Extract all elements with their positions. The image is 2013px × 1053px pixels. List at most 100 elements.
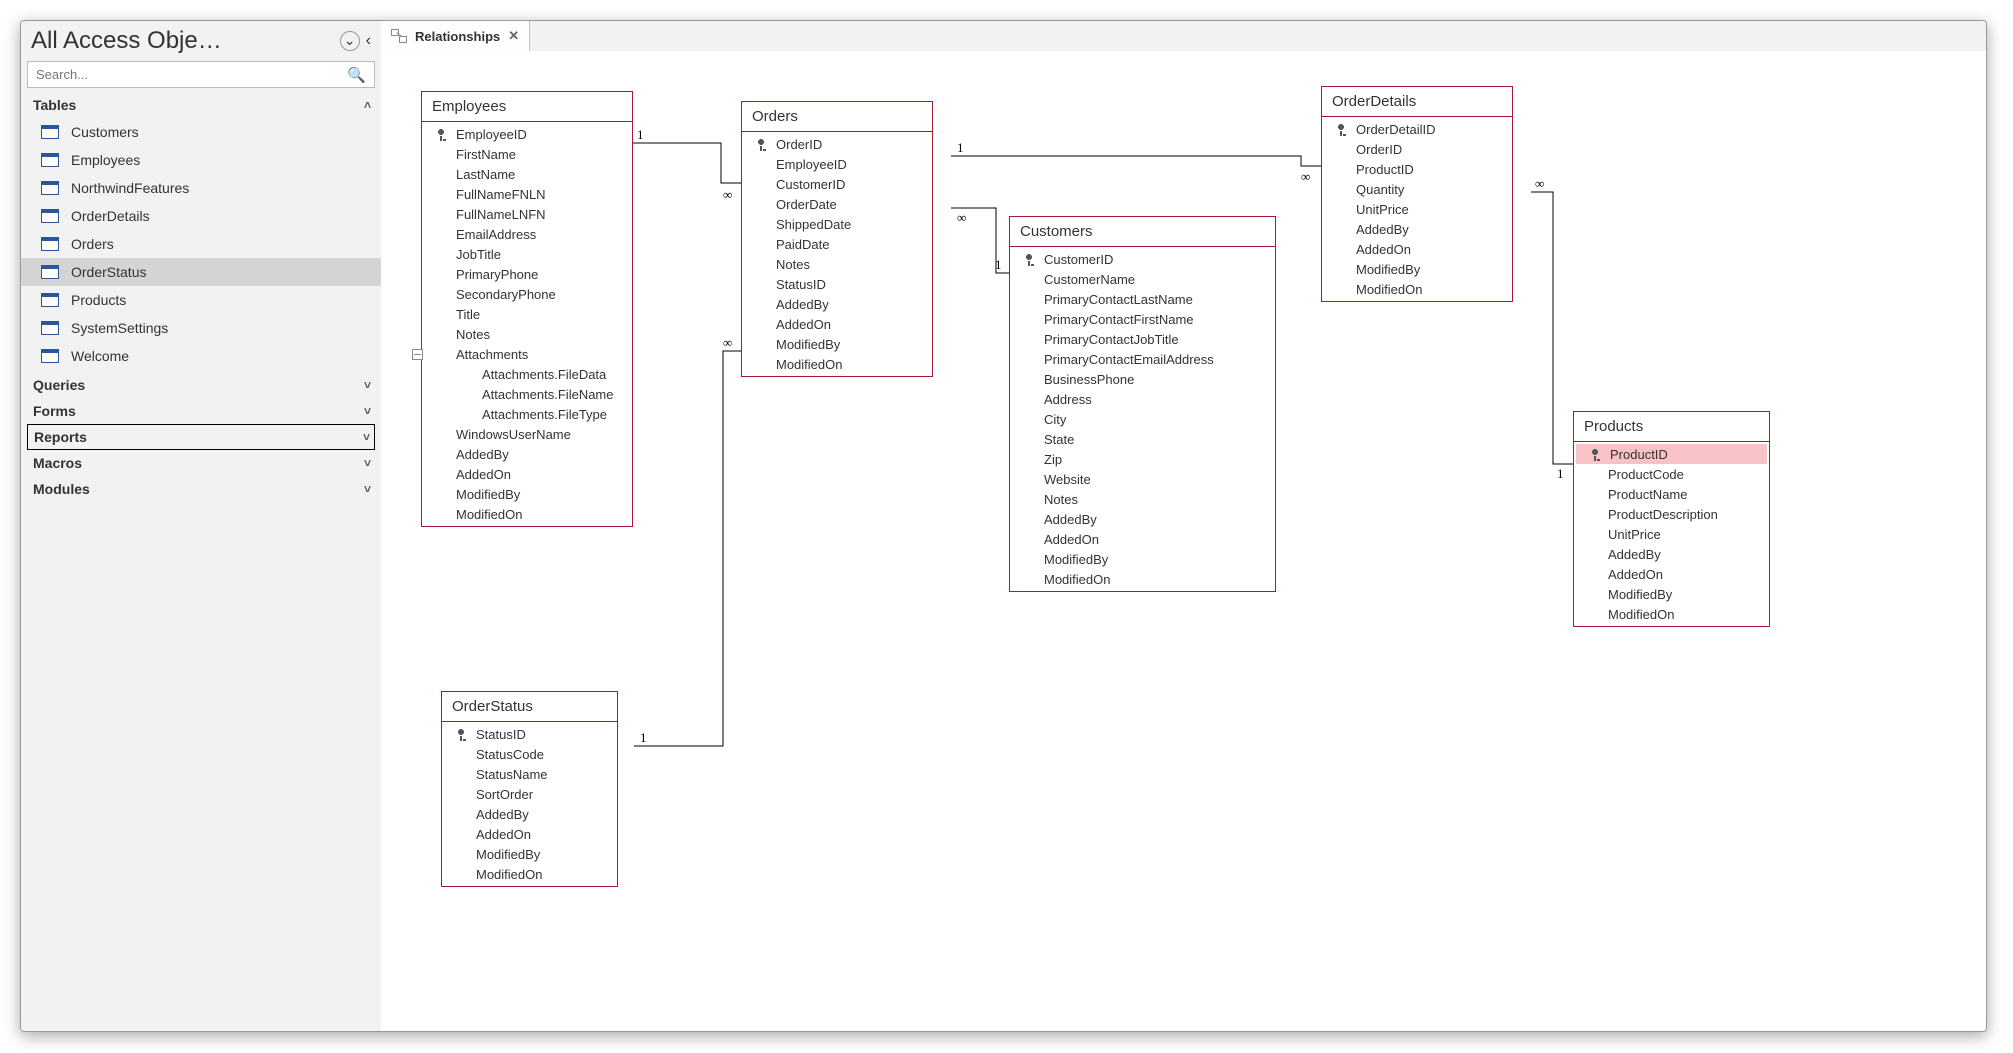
field-productcode[interactable]: ProductCode [1574,464,1769,484]
field-customerid[interactable]: CustomerID [742,174,932,194]
field-primarycontactjobtitle[interactable]: PrimaryContactJobTitle [1010,329,1275,349]
group-header-forms[interactable]: Forms ˅ [21,398,381,424]
field-firstname[interactable]: FirstName [422,144,632,164]
field-state[interactable]: State [1010,429,1275,449]
field-secondaryphone[interactable]: SecondaryPhone [422,284,632,304]
nav-title[interactable]: All Access Obje… [31,27,334,55]
group-header-modules[interactable]: Modules ˅ [21,476,381,502]
field-statuscode[interactable]: StatusCode [442,744,617,764]
field-attachments-filedata[interactable]: Attachments.FileData [422,364,632,384]
group-header-macros[interactable]: Macros ˅ [21,450,381,476]
field-addedon[interactable]: AddedOn [1010,529,1275,549]
field-modifiedon[interactable]: ModifiedOn [1010,569,1275,589]
nav-collapse-icon[interactable]: ‹ [366,32,371,50]
field-primarycontactlastname[interactable]: PrimaryContactLastName [1010,289,1275,309]
nav-table-employees[interactable]: Employees [21,146,381,174]
field-attachments-filetype[interactable]: Attachments.FileType [422,404,632,424]
field-zip[interactable]: Zip [1010,449,1275,469]
nav-table-orderdetails[interactable]: OrderDetails [21,202,381,230]
search-icon[interactable]: 🔍 [339,66,374,84]
field-primaryphone[interactable]: PrimaryPhone [422,264,632,284]
table-orderdetails[interactable]: OrderDetailsOrderDetailIDOrderIDProductI… [1321,86,1513,302]
relationships-canvas[interactable]: 1 ∞ 1 ∞ 1 ∞ ∞ 1 ∞ 1 EmployeesEmployeeIDF… [381,51,1986,1031]
field-windowsusername[interactable]: WindowsUserName [422,424,632,444]
table-orders[interactable]: OrdersOrderIDEmployeeIDCustomerIDOrderDa… [741,101,933,377]
field-addedon[interactable]: AddedOn [1322,239,1512,259]
nav-table-orders[interactable]: Orders [21,230,381,258]
field-addedon[interactable]: AddedOn [742,314,932,334]
table-title[interactable]: Employees [422,92,632,122]
field-notes[interactable]: Notes [422,324,632,344]
group-header-reports[interactable]: Reports ˅ [27,424,375,450]
field-addedon[interactable]: AddedOn [442,824,617,844]
field-statusid[interactable]: StatusID [742,274,932,294]
field-jobtitle[interactable]: JobTitle [422,244,632,264]
field-paiddate[interactable]: PaidDate [742,234,932,254]
field-fullnamelnfn[interactable]: FullNameLNFN [422,204,632,224]
field-businessphone[interactable]: BusinessPhone [1010,369,1275,389]
field-addedby[interactable]: AddedBy [1322,219,1512,239]
field-productname[interactable]: ProductName [1574,484,1769,504]
table-products[interactable]: ProductsProductIDProductCodeProductNameP… [1573,411,1770,627]
field-quantity[interactable]: Quantity [1322,179,1512,199]
field-fullnamefnln[interactable]: FullNameFNLN [422,184,632,204]
field-modifiedon[interactable]: ModifiedOn [1574,604,1769,624]
nav-table-systemsettings[interactable]: SystemSettings [21,314,381,342]
field-orderdetailid[interactable]: OrderDetailID [1322,119,1512,139]
field-addedon[interactable]: AddedOn [1574,564,1769,584]
field-modifiedon[interactable]: ModifiedOn [442,864,617,884]
tab-close-icon[interactable]: ✕ [508,28,519,44]
field-statusid[interactable]: StatusID [442,724,617,744]
field-shippeddate[interactable]: ShippedDate [742,214,932,234]
field-modifiedby[interactable]: ModifiedBy [422,484,632,504]
field-notes[interactable]: Notes [1010,489,1275,509]
field-unitprice[interactable]: UnitPrice [1322,199,1512,219]
field-primarycontactemailaddress[interactable]: PrimaryContactEmailAddress [1010,349,1275,369]
nav-table-northwindfeatures[interactable]: NorthwindFeatures [21,174,381,202]
field-employeeid[interactable]: EmployeeID [422,124,632,144]
field-emailaddress[interactable]: EmailAddress [422,224,632,244]
table-title[interactable]: Orders [742,102,932,132]
nav-search[interactable]: 🔍 [27,61,375,88]
table-title[interactable]: OrderDetails [1322,87,1512,117]
nav-table-products[interactable]: Products [21,286,381,314]
table-orderstatus[interactable]: OrderStatusStatusIDStatusCodeStatusNameS… [441,691,618,887]
field-lastname[interactable]: LastName [422,164,632,184]
field-modifiedon[interactable]: ModifiedOn [1322,279,1512,299]
field-productdescription[interactable]: ProductDescription [1574,504,1769,524]
field-notes[interactable]: Notes [742,254,932,274]
field-productid[interactable]: ProductID [1576,444,1767,464]
table-title[interactable]: Products [1574,412,1769,442]
field-addedby[interactable]: AddedBy [742,294,932,314]
field-statusname[interactable]: StatusName [442,764,617,784]
table-title[interactable]: OrderStatus [442,692,617,722]
field-modifiedby[interactable]: ModifiedBy [1010,549,1275,569]
field-customername[interactable]: CustomerName [1010,269,1275,289]
field-employeeid[interactable]: EmployeeID [742,154,932,174]
tab-relationships[interactable]: Relationships ✕ [381,21,530,51]
field-modifiedby[interactable]: ModifiedBy [742,334,932,354]
search-input[interactable] [28,62,339,87]
field-addedon[interactable]: AddedOn [422,464,632,484]
field-modifiedon[interactable]: ModifiedOn [422,504,632,524]
table-customers[interactable]: CustomersCustomerIDCustomerNamePrimaryCo… [1009,216,1276,592]
field-addedby[interactable]: AddedBy [1010,509,1275,529]
nav-filter-dropdown-icon[interactable]: ⌄ [340,31,360,51]
group-header-tables[interactable]: Tables ˄ [21,92,381,118]
field-productid[interactable]: ProductID [1322,159,1512,179]
field-primarycontactfirstname[interactable]: PrimaryContactFirstName [1010,309,1275,329]
field-title[interactable]: Title [422,304,632,324]
field-addedby[interactable]: AddedBy [1574,544,1769,564]
field-customerid[interactable]: CustomerID [1010,249,1275,269]
field-modifiedby[interactable]: ModifiedBy [1574,584,1769,604]
table-employees[interactable]: EmployeesEmployeeIDFirstNameLastNameFull… [421,91,633,527]
field-attachments[interactable]: Attachments [422,344,632,364]
field-addedby[interactable]: AddedBy [442,804,617,824]
field-addedby[interactable]: AddedBy [422,444,632,464]
field-address[interactable]: Address [1010,389,1275,409]
nav-table-welcome[interactable]: Welcome [21,342,381,370]
field-orderdate[interactable]: OrderDate [742,194,932,214]
field-attachments-filename[interactable]: Attachments.FileName [422,384,632,404]
field-city[interactable]: City [1010,409,1275,429]
nav-table-orderstatus[interactable]: OrderStatus [21,258,381,286]
